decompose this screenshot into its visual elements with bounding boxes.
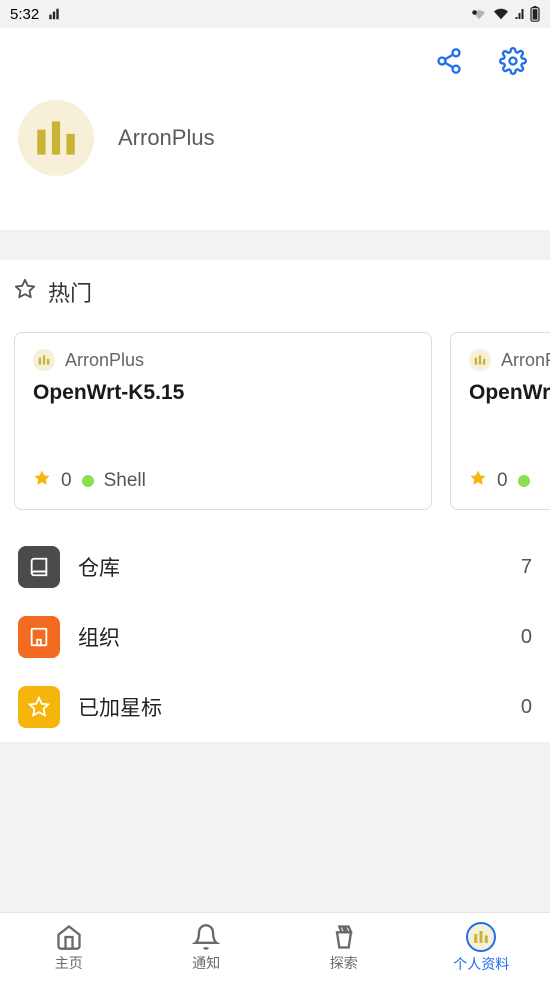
- profile-header: ArronPlus: [0, 28, 550, 230]
- row-label: 组织: [78, 622, 503, 652]
- nav-label: 通知: [192, 953, 220, 973]
- nav-notifications[interactable]: 通知: [138, 913, 276, 982]
- nav-profile[interactable]: 个人资料: [413, 913, 550, 982]
- profile-username: ArronPlus: [118, 125, 215, 151]
- status-app-icon: [47, 7, 61, 21]
- nav-explore[interactable]: 探索: [275, 913, 413, 982]
- repo-owner-avatar: [469, 349, 491, 371]
- repo-name: OpenWrt-K5.15: [33, 381, 413, 405]
- language-dot: [82, 475, 94, 487]
- org-icon: [18, 616, 60, 658]
- repo-language: Shell: [104, 470, 146, 492]
- organizations-row[interactable]: 组织 0: [0, 602, 550, 672]
- status-bar: 5:32: [0, 0, 550, 28]
- profile-avatar[interactable]: [18, 100, 94, 176]
- repo-owner-name: ArronPlus: [65, 350, 144, 371]
- row-label: 仓库: [78, 552, 503, 582]
- star-outline-icon: [14, 278, 36, 306]
- status-indicators: [470, 6, 540, 22]
- nav-label: 个人资料: [453, 954, 509, 974]
- row-count: 7: [521, 556, 532, 579]
- row-count: 0: [521, 696, 532, 719]
- starred-icon: [18, 686, 60, 728]
- repositories-row[interactable]: 仓库 7: [0, 532, 550, 602]
- star-icon: [469, 469, 487, 493]
- popular-title: 热门: [48, 276, 92, 308]
- repo-icon: [18, 546, 60, 588]
- language-dot: [518, 475, 530, 487]
- repo-name: OpenWr: [469, 381, 550, 405]
- status-time: 5:32: [10, 6, 39, 23]
- repo-card[interactable]: ArronPlus OpenWrt-K5.15 0 Shell: [14, 332, 432, 510]
- nav-label: 主页: [55, 953, 83, 973]
- repo-card[interactable]: ArronPlus OpenWr 0: [450, 332, 550, 510]
- nav-avatar-icon: [466, 922, 496, 952]
- row-label: 已加星标: [78, 692, 503, 722]
- repo-owner-avatar: [33, 349, 55, 371]
- nav-label: 探索: [330, 953, 358, 973]
- share-button[interactable]: [432, 44, 466, 78]
- repo-stars: 0: [61, 470, 72, 492]
- popular-section: 热门 ArronPlus OpenWrt-K5.15 0 Shell: [0, 260, 550, 742]
- repo-owner-name: ArronPlus: [501, 350, 550, 371]
- row-count: 0: [521, 626, 532, 649]
- nav-home[interactable]: 主页: [0, 913, 138, 982]
- starred-row[interactable]: 已加星标 0: [0, 672, 550, 742]
- bottom-nav: 主页 通知 探索 个人资料: [0, 912, 550, 982]
- settings-button[interactable]: [496, 44, 530, 78]
- repo-stars: 0: [497, 470, 508, 492]
- star-icon: [33, 469, 51, 493]
